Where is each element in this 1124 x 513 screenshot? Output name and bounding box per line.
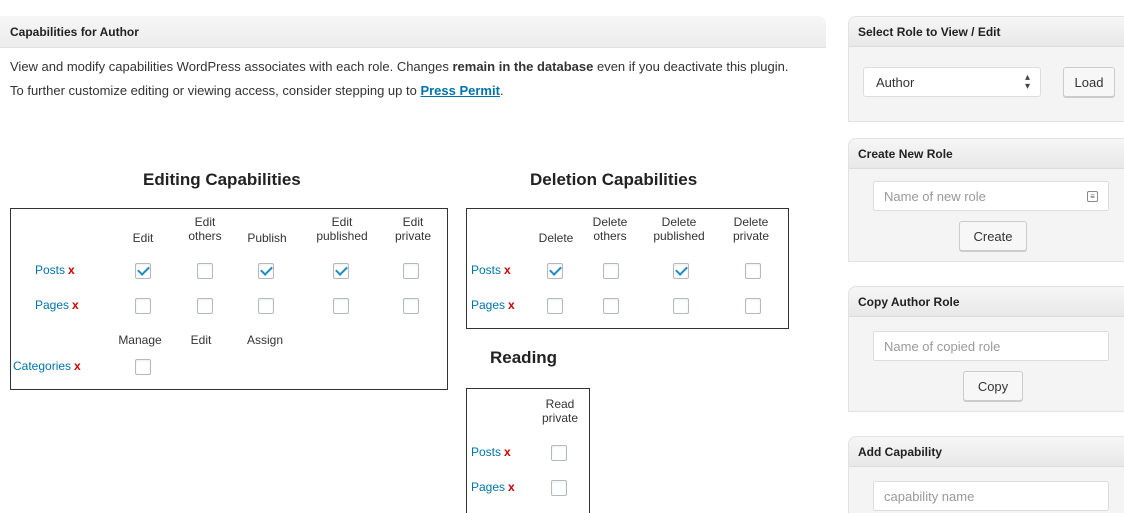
editing-title: Editing Capabilities (143, 170, 301, 189)
del-pages-label[interactable]: Pages (471, 298, 505, 312)
cb-pages-delete-private[interactable] (745, 298, 761, 314)
col-head-delete-published: Delete published (653, 215, 705, 243)
cb-pages-publish[interactable] (258, 298, 274, 314)
read-row-label-pages[interactable]: Pages x (471, 480, 515, 494)
col-head-read-private: Read private (541, 397, 579, 425)
cb-posts-edit-others[interactable] (197, 263, 213, 279)
intro-line2-start: To further customize editing or viewing … (10, 83, 421, 98)
panel-header: Capabilities for Author (0, 16, 826, 48)
posts-label[interactable]: Posts (35, 263, 65, 277)
add-capability-header: Add Capability (849, 437, 1124, 467)
col-head-delete: Delete (538, 231, 574, 245)
col-head-cat-edit: Edit (190, 333, 212, 347)
field-info-icon: ≡ (1087, 191, 1098, 202)
col-head-manage: Manage (118, 333, 162, 347)
select-arrows-icon: ▴ ▾ (1024, 72, 1030, 92)
select-role-header: Select Role to View / Edit (849, 17, 1124, 47)
cb-pages-read-private[interactable] (551, 480, 567, 496)
cb-posts-delete-others[interactable] (603, 263, 619, 279)
read-remove-posts-icon[interactable]: x (504, 445, 511, 459)
intro-text: View and modify capabilities WordPress a… (0, 48, 800, 100)
col-head-edit-others: Edit others (188, 215, 222, 243)
row-label-posts[interactable]: Posts x (35, 263, 75, 277)
role-select-value: Author (876, 74, 915, 90)
deletion-capabilities-box: Delete Delete others Delete published De… (466, 208, 789, 329)
row-label-categories[interactable]: Categories x (13, 359, 81, 373)
remove-posts-icon[interactable]: x (68, 263, 75, 277)
cb-posts-delete[interactable] (547, 263, 563, 279)
reading-capabilities-box: Read private Posts x Pages x (466, 388, 590, 513)
read-row-label-posts[interactable]: Posts x (471, 445, 511, 459)
remove-pages-icon[interactable]: x (72, 298, 79, 312)
intro-line1-bold: remain in the database (452, 59, 594, 74)
intro-line1-start: View and modify capabilities WordPress a… (10, 59, 453, 74)
cb-pages-delete[interactable] (547, 298, 563, 314)
col-head-delete-others: Delete others (592, 215, 628, 243)
col-head-assign: Assign (246, 333, 284, 347)
del-row-label-posts[interactable]: Posts x (471, 263, 511, 277)
col-head-publish: Publish (247, 231, 287, 245)
cb-categories-manage[interactable] (135, 359, 151, 375)
create-button[interactable]: Create (959, 221, 1027, 251)
cb-pages-edit-others[interactable] (197, 298, 213, 314)
new-role-placeholder: Name of new role (884, 188, 986, 204)
load-button[interactable]: Load (1063, 67, 1115, 97)
role-select[interactable]: Author ▴ ▾ (863, 67, 1041, 97)
del-row-label-pages[interactable]: Pages x (471, 298, 515, 312)
cb-posts-edit-private[interactable] (403, 263, 419, 279)
row-label-pages[interactable]: Pages x (35, 298, 79, 312)
copied-role-name-input[interactable]: Name of copied role (873, 331, 1109, 361)
col-head-edit-published: Edit published (316, 215, 368, 243)
intro-line1-end: even if you deactivate this plugin. (593, 59, 789, 74)
read-pages-label[interactable]: Pages (471, 480, 505, 494)
read-remove-pages-icon[interactable]: x (508, 480, 515, 494)
deletion-title: Deletion Capabilities (530, 170, 698, 189)
cb-pages-edit-published[interactable] (333, 298, 349, 314)
col-head-edit-private: Edit private (394, 215, 432, 243)
new-role-name-input[interactable]: Name of new role ≡ (873, 181, 1109, 211)
pages-label[interactable]: Pages (35, 298, 69, 312)
del-posts-label[interactable]: Posts (471, 263, 501, 277)
add-capability-box: Add Capability capability name (848, 436, 1124, 513)
cb-posts-edit[interactable] (135, 263, 151, 279)
copy-button[interactable]: Copy (963, 371, 1023, 401)
cb-posts-delete-private[interactable] (745, 263, 761, 279)
press-permit-link[interactable]: Press Permit (420, 83, 500, 98)
cb-pages-delete-published[interactable] (673, 298, 689, 314)
col-head-edit: Edit (132, 231, 154, 245)
copy-role-box: Copy Author Role Name of copied role Cop… (848, 286, 1124, 412)
create-role-header: Create New Role (849, 139, 1124, 169)
capability-name-input[interactable]: capability name (873, 481, 1109, 511)
create-role-box: Create New Role Name of new role ≡ Creat… (848, 138, 1124, 262)
select-role-box: Select Role to View / Edit Author ▴ ▾ Loa… (848, 16, 1124, 122)
cb-posts-edit-published[interactable] (333, 263, 349, 279)
reading-title: Reading (490, 348, 558, 367)
cb-posts-read-private[interactable] (551, 445, 567, 461)
intro-line2-end: . (499, 83, 504, 98)
del-remove-posts-icon[interactable]: x (504, 263, 511, 277)
remove-categories-icon[interactable]: x (74, 359, 81, 373)
cb-pages-edit[interactable] (135, 298, 151, 314)
copy-role-header: Copy Author Role (849, 287, 1124, 317)
cb-pages-edit-private[interactable] (403, 298, 419, 314)
col-head-delete-private: Delete private (732, 215, 770, 243)
cb-posts-delete-published[interactable] (673, 263, 689, 279)
del-remove-pages-icon[interactable]: x (508, 298, 515, 312)
read-posts-label[interactable]: Posts (471, 445, 501, 459)
editing-capabilities-box: Edit Edit others Publish Edit published … (10, 208, 448, 390)
categories-label[interactable]: Categories (13, 359, 71, 373)
cb-pages-delete-others[interactable] (603, 298, 619, 314)
cb-posts-publish[interactable] (258, 263, 274, 279)
